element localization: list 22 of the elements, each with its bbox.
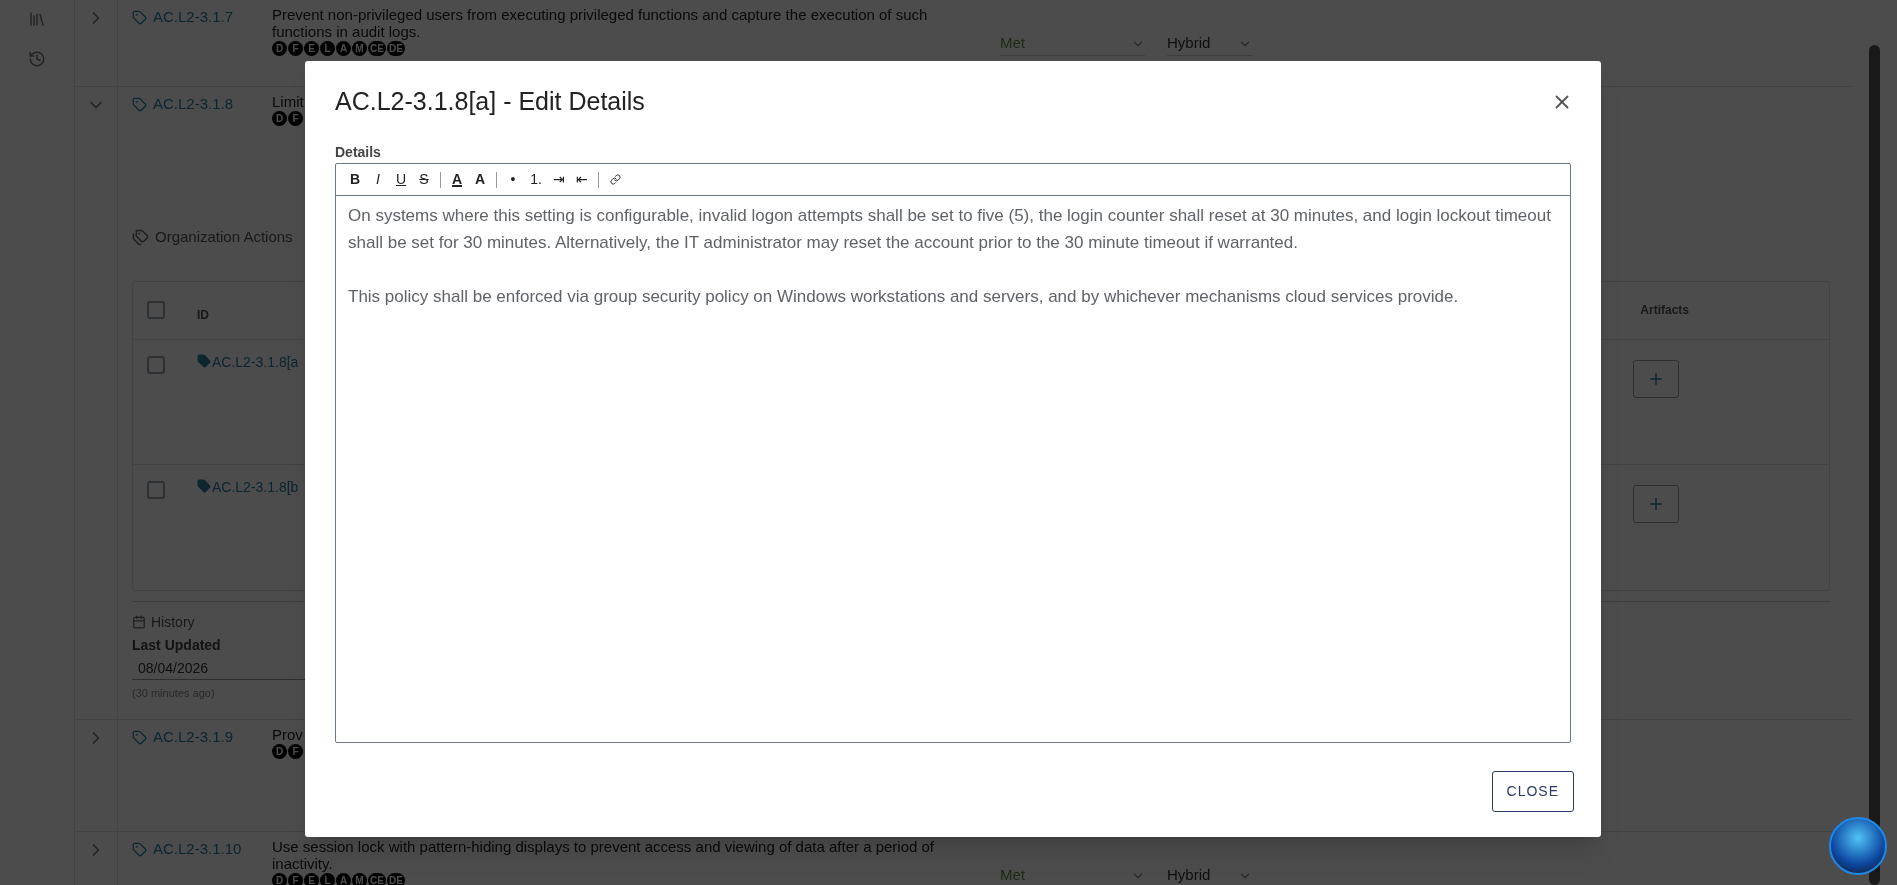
highlight-button[interactable]: A: [469, 167, 491, 192]
indent-button[interactable]: ⇥: [548, 167, 570, 192]
close-button[interactable]: CLOSE: [1491, 771, 1574, 812]
strikethrough-button[interactable]: S: [413, 167, 435, 192]
requirement-description: Prevent non-privileged users from executing privileged functions and capture the execution of such functions in audit logs.: [272, 6, 929, 40]
requirement-description: Limit: [272, 93, 304, 110]
editor-paragraph: This policy shall be enforced via group security policy on Windows workstations and servers, and by whichever mechanisms cloud services provide.: [348, 286, 1460, 308]
field-label: Details: [335, 143, 382, 161]
text-color-button[interactable]: A: [446, 167, 468, 192]
editor-paragraph: On systems where this setting is configurable, invalid logon attempts shall be set to five (5), the login counter shall reset at 30 minutes, and login lockout timeout shall be set for 30 minutes. Alternatively, the IT administrator may reset the account prior to the 30 minute timeout if warranted.: [348, 205, 1552, 254]
numbered-list-button[interactable]: 1.: [525, 167, 547, 192]
requirement-description: Use session lock with pattern-hiding displays to prevent access and viewing of data after a period of inactivity.: [272, 838, 936, 872]
italic-button[interactable]: I: [367, 167, 389, 192]
bold-button[interactable]: B: [344, 167, 366, 192]
link-icon: [609, 174, 621, 185]
outdent-button[interactable]: ⇤: [571, 167, 593, 192]
dialog-title: AC.L2-3.1.8[a] - Edit Details: [335, 86, 645, 118]
underline-button[interactable]: U: [390, 167, 412, 192]
bullet-list-button[interactable]: •: [502, 167, 524, 192]
field-label: Last Updated: [132, 635, 222, 655]
rich-text-editor[interactable]: [335, 163, 1571, 743]
requirement-description: Prov: [272, 726, 303, 743]
